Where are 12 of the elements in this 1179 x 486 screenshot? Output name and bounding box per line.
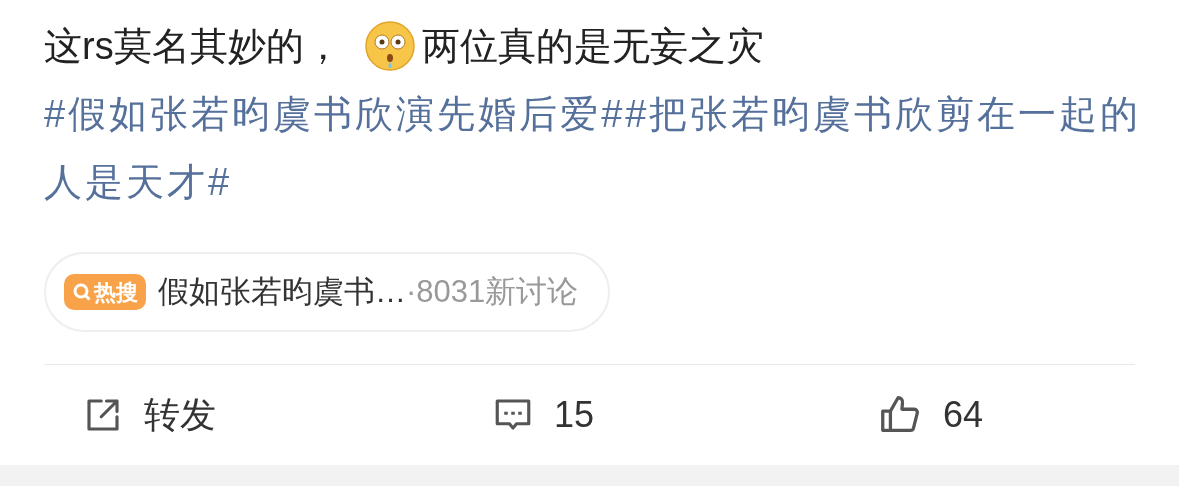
search-icon [72, 282, 92, 302]
hot-search-title: 假如张若昀虞书… [158, 272, 406, 311]
comment-button[interactable]: 15 [492, 388, 595, 442]
discussion-count: ·8031新讨论 [406, 272, 579, 311]
hot-search-badge: 热搜 [64, 274, 146, 310]
emoji-icon [363, 20, 416, 72]
post-text: 这rs莫名其妙的， [44, 24, 342, 69]
hot-search-card[interactable]: 热搜 假如张若昀虞书…·8031新讨论 [44, 252, 611, 332]
post-text: 两位真的是无妄之灾 [421, 24, 764, 69]
repost-button[interactable]: 转发 [82, 388, 216, 442]
like-button[interactable]: 64 [877, 388, 984, 442]
hashtag-text[interactable]: #假如张若昀虞书欣演先婚后爱##把张若昀虞书欣剪在一起的人是天才# [44, 80, 1144, 216]
